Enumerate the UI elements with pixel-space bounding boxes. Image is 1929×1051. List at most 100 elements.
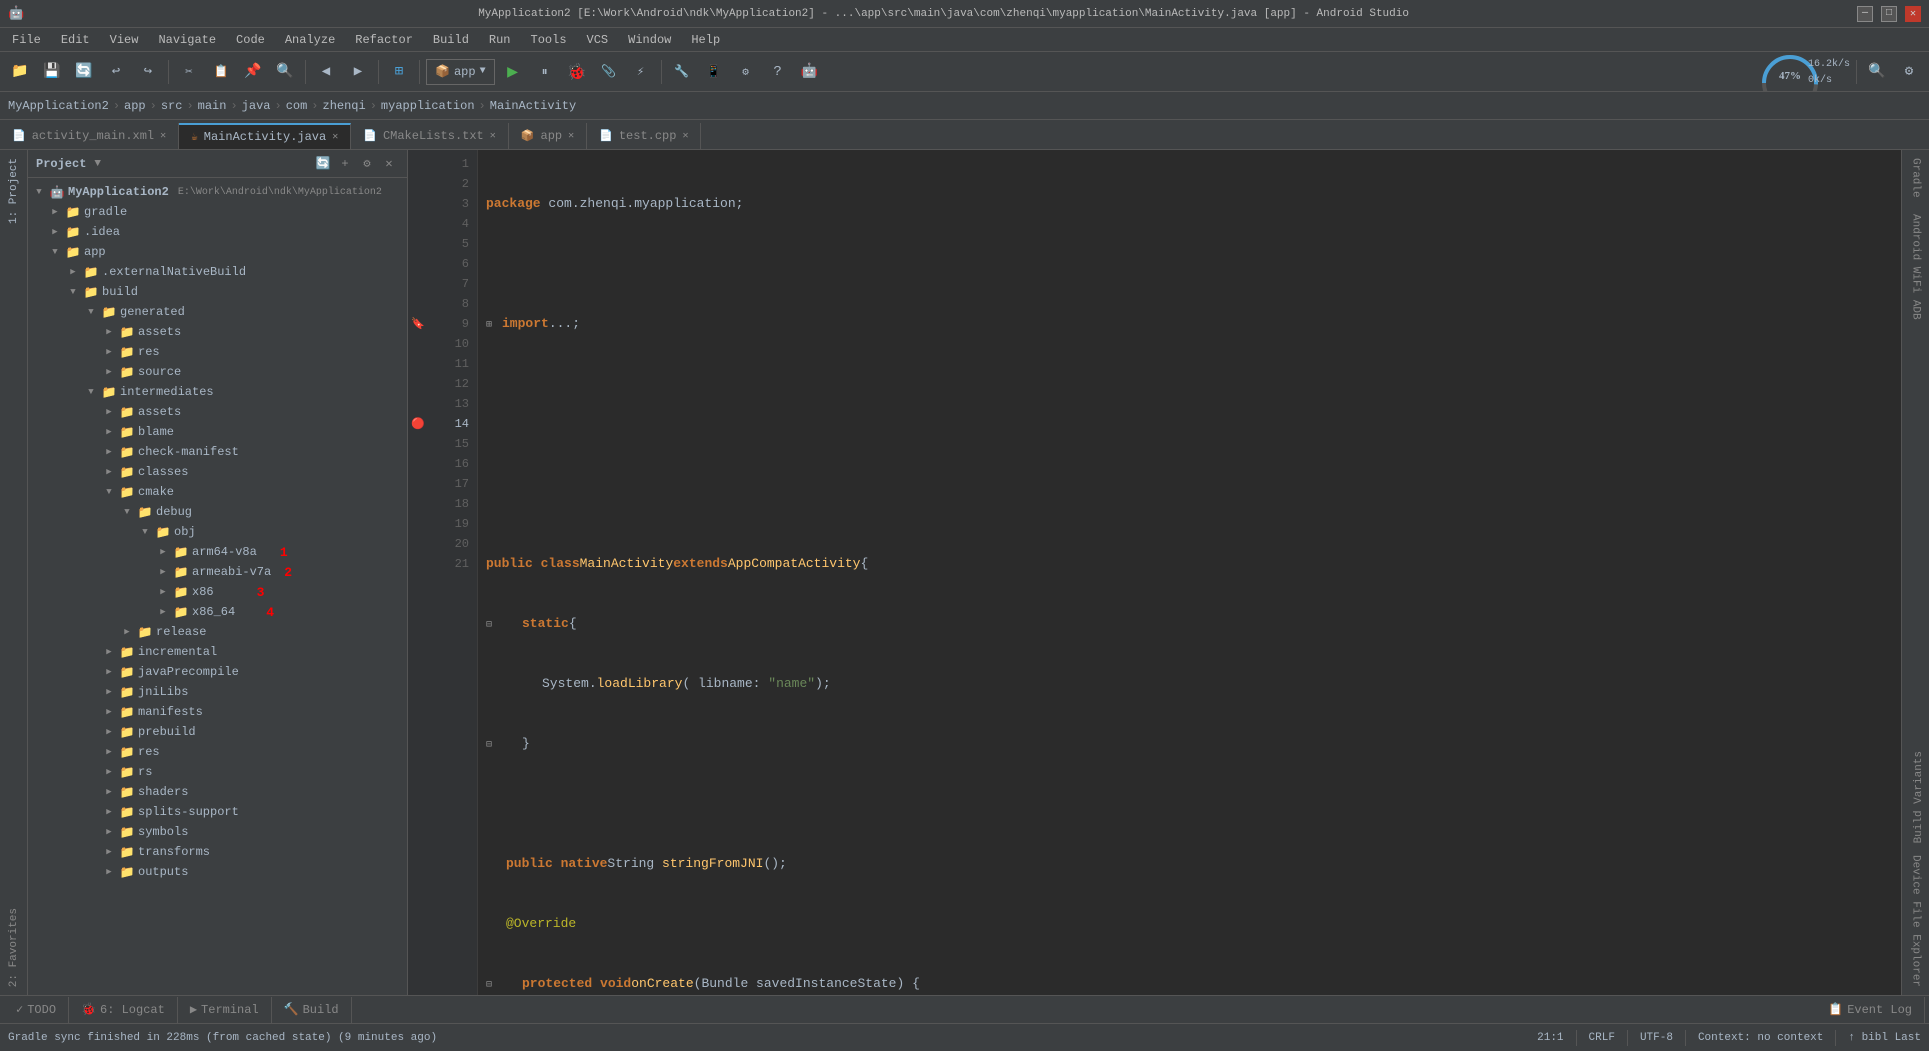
toolbar-help-btn[interactable]: ? <box>764 58 792 86</box>
tree-arrow-build[interactable]: ▼ <box>66 285 80 299</box>
toolbar-stop-btn[interactable]: ⏸ <box>531 58 559 86</box>
tree-build[interactable]: ▼ 📁 build <box>28 282 407 302</box>
menu-window[interactable]: Window <box>620 31 679 49</box>
panel-scope-btn[interactable]: 🔄 <box>313 154 333 174</box>
bottom-tab-terminal[interactable]: ▶ Terminal <box>178 997 272 1023</box>
tree-arrow-x86[interactable]: ▶ <box>156 585 170 599</box>
tree-x86-64[interactable]: ▶ 📁 x86_64 4 <box>28 602 407 622</box>
tab-cmakelists[interactable]: 📄 CMakeLists.txt ✕ <box>351 123 509 149</box>
tree-transforms[interactable]: ▶ 📁 transforms <box>28 842 407 862</box>
close-button[interactable]: ✕ <box>1905 6 1921 22</box>
vertical-tab-favorites[interactable]: 2: Favorites <box>4 900 24 995</box>
tree-arrow-blame[interactable]: ▶ <box>102 425 116 439</box>
toolbar-avd-btn[interactable]: 📱 <box>700 58 728 86</box>
status-encoding[interactable]: UTF-8 <box>1640 1032 1673 1044</box>
tab-activity-main-xml[interactable]: 📄 activity_main.xml ✕ <box>0 123 179 149</box>
status-position[interactable]: 21:1 <box>1537 1032 1563 1044</box>
toolbar-sdk-btn[interactable]: ⚙ <box>732 58 760 86</box>
settings-icon[interactable]: ⚙ <box>1895 58 1923 86</box>
tree-arrow-classes[interactable]: ▶ <box>102 465 116 479</box>
menu-code[interactable]: Code <box>228 31 273 49</box>
menu-analyze[interactable]: Analyze <box>277 31 343 49</box>
menu-vcs[interactable]: VCS <box>579 31 617 49</box>
menu-build[interactable]: Build <box>425 31 477 49</box>
panel-dropdown[interactable]: ▼ <box>94 158 101 170</box>
toolbar-redo-btn[interactable]: ↪ <box>134 58 162 86</box>
toolbar-structure-btn[interactable]: ⊞ <box>385 58 413 86</box>
tree-arrow-armeabi[interactable]: ▶ <box>156 565 170 579</box>
tree-symbols[interactable]: ▶ 📁 symbols <box>28 822 407 842</box>
breadcrumb-main[interactable]: main <box>198 99 227 113</box>
menu-navigate[interactable]: Navigate <box>150 31 224 49</box>
tree-root[interactable]: ▼ 🤖 MyApplication2 E:\Work\Android\ndk\M… <box>28 182 407 202</box>
tree-arrow-x86-64[interactable]: ▶ <box>156 605 170 619</box>
bottom-tab-build[interactable]: 🔨 Build <box>272 997 352 1023</box>
run-button[interactable]: ▶ <box>499 58 527 86</box>
toolbar-open-btn[interactable]: 📁 <box>6 58 34 86</box>
minimize-button[interactable]: — <box>1857 6 1873 22</box>
vertical-tab-gradle[interactable]: Gradle <box>1906 150 1926 206</box>
toolbar-sync-btn[interactable]: 🔄 <box>70 58 98 86</box>
tree-release[interactable]: ▶ 📁 release <box>28 622 407 642</box>
close-activity-main[interactable]: ✕ <box>160 130 166 142</box>
tree-prebuild[interactable]: ▶ 📁 prebuild <box>28 722 407 742</box>
tree-arrow-generated[interactable]: ▼ <box>84 305 98 319</box>
bottom-tab-logcat[interactable]: 🐞 6: Logcat <box>69 997 178 1023</box>
tree-arrow-gen-res[interactable]: ▶ <box>102 345 116 359</box>
tree-arrow-app[interactable]: ▼ <box>48 245 62 259</box>
menu-view[interactable]: View <box>102 31 147 49</box>
tree-res[interactable]: ▶ 📁 res <box>28 742 407 762</box>
tree-arrow-debug[interactable]: ▼ <box>120 505 134 519</box>
tree-arrow-gen-source[interactable]: ▶ <box>102 365 116 379</box>
tree-blame[interactable]: ▶ 📁 blame <box>28 422 407 442</box>
panel-gear-btn[interactable]: ⚙ <box>357 154 377 174</box>
breadcrumb-com[interactable]: com <box>286 99 308 113</box>
gutter-breakpoint-icon[interactable]: 🔴 <box>408 414 428 434</box>
tree-arrow-externalnative[interactable]: ▶ <box>66 265 80 279</box>
tree-arrow-rs[interactable]: ▶ <box>102 765 116 779</box>
close-test-cpp[interactable]: ✕ <box>682 130 688 142</box>
tree-debug[interactable]: ▼ 📁 debug <box>28 502 407 522</box>
vertical-tab-project[interactable]: 1: Project <box>4 150 24 232</box>
panel-close-btn[interactable]: ✕ <box>379 154 399 174</box>
close-app[interactable]: ✕ <box>568 130 574 142</box>
toolbar-gradle-btn[interactable]: 🔧 <box>668 58 696 86</box>
tree-shaders[interactable]: ▶ 📁 shaders <box>28 782 407 802</box>
tree-arrow-intermediates[interactable]: ▼ <box>84 385 98 399</box>
tree-arrow-symbols[interactable]: ▶ <box>102 825 116 839</box>
bottom-tab-event-log[interactable]: 📋 Event Log <box>1816 997 1925 1023</box>
tree-arrow-splits-support[interactable]: ▶ <box>102 805 116 819</box>
breadcrumb-java[interactable]: java <box>242 99 271 113</box>
tree-app[interactable]: ▼ 📁 app <box>28 242 407 262</box>
toolbar-profile-btn[interactable]: ⚡ <box>627 58 655 86</box>
tree-externalnative[interactable]: ▶ 📁 .externalNativeBuild <box>28 262 407 282</box>
tree-gen-res[interactable]: ▶ 📁 res <box>28 342 407 362</box>
tree-rs[interactable]: ▶ 📁 rs <box>28 762 407 782</box>
bottom-tab-todo[interactable]: ✓ TODO <box>4 997 69 1023</box>
toolbar-back-btn[interactable]: ◀ <box>312 58 340 86</box>
tree-arrow-res[interactable]: ▶ <box>102 745 116 759</box>
tree-arrow-shaders[interactable]: ▶ <box>102 785 116 799</box>
tree-arrow-idea[interactable]: ▶ <box>48 225 62 239</box>
tree-arrow-gradle[interactable]: ▶ <box>48 205 62 219</box>
tree-gradle[interactable]: ▶ 📁 gradle <box>28 202 407 222</box>
vertical-tab-wifi-adb[interactable]: Android WiFi ADB <box>1906 206 1926 328</box>
breadcrumb-mainactivity[interactable]: MainActivity <box>490 99 576 113</box>
tree-check-manifest[interactable]: ▶ 📁 check-manifest <box>28 442 407 462</box>
tree-outputs[interactable]: ▶ 📁 outputs <box>28 862 407 882</box>
breadcrumb-myapplication2[interactable]: MyApplication2 <box>8 99 109 113</box>
debug-button[interactable]: 🐞 <box>563 58 591 86</box>
tree-generated[interactable]: ▼ 📁 generated <box>28 302 407 322</box>
tree-arm64-v8a[interactable]: ▶ 📁 arm64-v8a 1 <box>28 542 407 562</box>
tab-app[interactable]: 📦 app ✕ <box>509 123 587 149</box>
vertical-tab-device-explorer[interactable]: Device File Explorer <box>1906 847 1926 995</box>
tree-x86[interactable]: ▶ 📁 x86 3 <box>28 582 407 602</box>
tree-arrow-gen-assets[interactable]: ▶ <box>102 325 116 339</box>
breadcrumb-zhenqi[interactable]: zhenqi <box>323 99 366 113</box>
tree-obj[interactable]: ▼ 📁 obj <box>28 522 407 542</box>
fold-icon-8[interactable]: ⊟ <box>486 616 502 632</box>
tree-cmake[interactable]: ▼ 📁 cmake <box>28 482 407 502</box>
tree-classes[interactable]: ▶ 📁 classes <box>28 462 407 482</box>
tree-gen-source[interactable]: ▶ 📁 source <box>28 362 407 382</box>
search-everywhere-btn[interactable]: 🔍 <box>1863 58 1891 86</box>
